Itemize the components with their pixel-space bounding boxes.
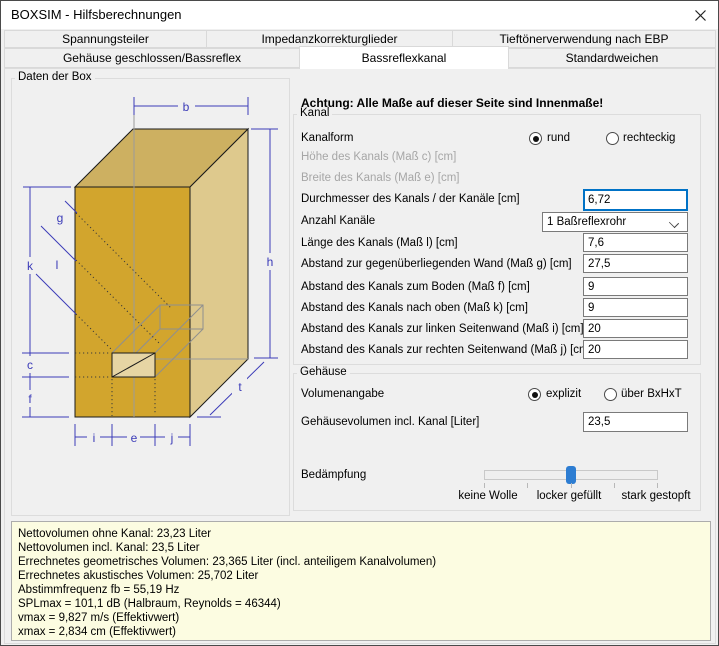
label-gehaeusevolumen: Gehäusevolumen incl. Kanal [Liter] <box>301 416 480 428</box>
close-button[interactable] <box>686 3 714 27</box>
input-gehaeusevolumen[interactable] <box>583 412 688 432</box>
input-abstand-links[interactable] <box>583 319 688 338</box>
slider-tick <box>614 483 615 488</box>
label-hoehe-kanal: Höhe des Kanals (Maß c) [cm] <box>301 151 457 163</box>
results-panel: Nettovolumen ohne Kanal: 23,23 Liter Net… <box>11 521 711 641</box>
label-abstand-wand: Abstand zur gegenüberliegenden Wand (Maß… <box>301 258 572 270</box>
select-anzahl-value: 1 Baßreflexrohr <box>547 216 627 228</box>
label-abstand-boden: Abstand des Kanals zum Boden (Maß f) [cm… <box>301 281 530 293</box>
result-line: SPLmax = 101,1 dB (Halbraum, Reynolds = … <box>18 598 281 610</box>
radio-label-explizit[interactable]: explizit <box>546 388 581 400</box>
group-label-daten-der-box: Daten der Box <box>15 71 95 83</box>
tab-gehaeuse-geschlossen[interactable]: Gehäuse geschlossen/Bassreflex <box>4 48 300 68</box>
radio-rechteckig[interactable] <box>606 132 619 145</box>
dim-label-l: l <box>56 258 59 272</box>
result-line: Errechnetes geometrisches Volumen: 23,36… <box>18 556 437 568</box>
chevron-down-icon <box>668 217 680 229</box>
slider-label-locker-gefuellt: locker gefüllt <box>536 490 602 502</box>
title-bar: BOXSIM - Hilfsberechnungen <box>1 1 718 29</box>
slider-tick <box>527 483 528 488</box>
result-line: Abstimmfrequenz fb = 55,19 Hz <box>18 584 180 596</box>
port-opening <box>111 352 156 378</box>
label-durchmesser: Durchmesser des Kanals / der Kanäle [cm] <box>301 193 520 205</box>
result-line: vmax = 9,827 m/s (Effektivwert) <box>18 612 180 624</box>
slider-label-stark-gestopft: stark gestopft <box>621 490 691 502</box>
close-icon <box>694 9 706 21</box>
window-title: BOXSIM - Hilfsberechnungen <box>11 7 182 22</box>
slider-label-keine-wolle: keine Wolle <box>458 490 518 502</box>
radio-explizit[interactable] <box>528 388 541 401</box>
bedaempfung-slider-thumb[interactable] <box>566 466 576 484</box>
result-line: Nettovolumen ohne Kanal: 23,23 Liter <box>18 528 212 540</box>
result-line: Errechnetes akustisches Volumen: 25,702 … <box>18 570 259 582</box>
input-abstand-oben[interactable] <box>583 298 688 317</box>
dim-label-i: i <box>93 431 96 445</box>
radio-label-ueber-bxhxt[interactable]: über BxHxT <box>621 388 682 400</box>
input-abstand-wand[interactable] <box>583 254 688 273</box>
input-abstand-rechts[interactable] <box>583 340 688 359</box>
label-volumenangabe: Volumenangabe <box>301 388 385 400</box>
label-abstand-oben: Abstand des Kanals nach oben (Maß k) [cm… <box>301 302 528 314</box>
radio-label-rund[interactable]: rund <box>547 132 570 144</box>
dim-label-h: h <box>267 255 274 269</box>
result-line: Nettovolumen incl. Kanal: 23,5 Liter <box>18 542 200 554</box>
dim-label-c: c <box>27 358 33 372</box>
group-label-kanal: Kanal <box>297 107 333 119</box>
label-breite-kanal: Breite des Kanals (Maß e) [cm] <box>301 172 460 184</box>
label-anzahl-kanaele: Anzahl Kanäle <box>301 215 376 227</box>
slider-tick <box>484 483 485 488</box>
dim-label-b: b <box>183 100 190 114</box>
result-line: xmax = 2,834 cm (Effektivwert) <box>18 626 176 638</box>
input-durchmesser[interactable] <box>583 189 688 211</box>
notice-innenmasse: Achtung: Alle Maße auf dieser Seite sind… <box>301 96 604 110</box>
input-laenge-kanal[interactable] <box>583 233 688 252</box>
input-abstand-boden[interactable] <box>583 277 688 296</box>
dim-label-e: e <box>131 431 138 445</box>
tab-standardweichen[interactable]: Standardweichen <box>508 48 716 68</box>
slider-tick <box>657 483 658 488</box>
label-kanalform: Kanalform <box>301 132 354 144</box>
label-abstand-links: Abstand des Kanals zur linken Seitenwand… <box>301 323 584 335</box>
box-diagram: b h t k c f g l i e j <box>22 97 278 446</box>
dialog-window: BOXSIM - Hilfsberechnungen Spannungsteil… <box>0 0 719 646</box>
box-front-face <box>74 186 191 418</box>
label-bedaempfung: Bedämpfung <box>301 469 367 481</box>
radio-rund[interactable] <box>529 132 542 145</box>
radio-ueber-bxhxt[interactable] <box>604 388 617 401</box>
tab-spannungsteiler[interactable]: Spannungsteiler <box>4 30 207 48</box>
dim-label-k: k <box>27 259 34 273</box>
radio-label-rechteckig[interactable]: rechteckig <box>623 132 675 144</box>
tab-bassreflexkanal[interactable]: Bassreflexkanal <box>299 46 509 69</box>
group-label-gehaeuse: Gehäuse <box>297 366 350 378</box>
slider-tick <box>571 483 572 488</box>
label-abstand-rechts: Abstand des Kanals zur rechten Seitenwan… <box>301 344 592 356</box>
dim-label-g: g <box>57 211 64 225</box>
select-anzahl-kanaele[interactable]: 1 Baßreflexrohr <box>542 212 688 232</box>
dim-label-j: j <box>170 431 174 445</box>
label-laenge-kanal: Länge des Kanals (Maß l) [cm] <box>301 237 458 249</box>
